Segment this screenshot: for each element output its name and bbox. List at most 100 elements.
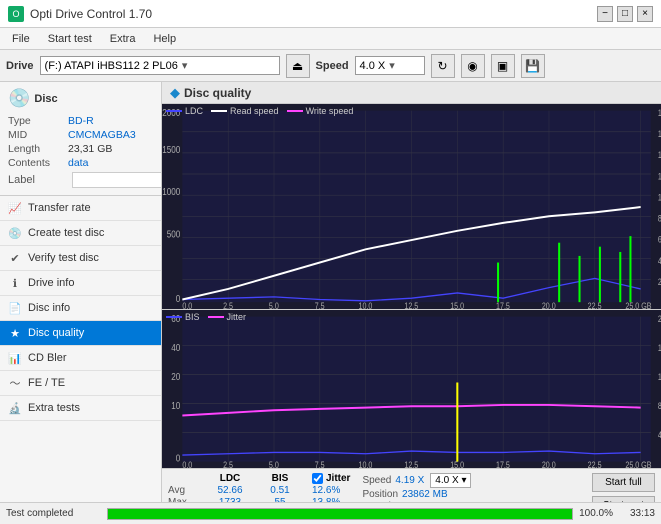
type-value: BD-R: [68, 115, 94, 127]
content-panel: ◆ Disc quality LDC Read speed: [162, 82, 661, 524]
speed-select[interactable]: 4.0 X ▾: [355, 56, 425, 75]
speed-label-stat: Speed: [362, 475, 391, 486]
sidebar-item-label: FE / TE: [28, 377, 65, 389]
disc-info-icon: 📄: [8, 301, 22, 315]
label-input[interactable]: [72, 172, 162, 188]
drive-label: Drive: [6, 60, 34, 72]
svg-text:20: 20: [171, 370, 180, 382]
menu-file[interactable]: File: [4, 31, 38, 47]
avg-jitter: 12.6%: [312, 485, 350, 496]
svg-text:1500: 1500: [162, 143, 180, 155]
maximize-button[interactable]: □: [617, 6, 633, 22]
position-value: 23862 MB: [402, 489, 448, 500]
app-title: Opti Drive Control 1.70: [30, 7, 152, 21]
sidebar-item-create-test-disc[interactable]: 💿 Create test disc: [0, 221, 161, 246]
svg-text:10.0: 10.0: [359, 460, 373, 468]
writespeed-legend-label: Write speed: [306, 106, 354, 116]
sidebar-item-verify-test-disc[interactable]: ✔ Verify test disc: [0, 246, 161, 271]
sidebar-item-label: Extra tests: [28, 402, 80, 414]
fe-te-icon: 〜: [8, 376, 22, 390]
chart-bottom-legend: BIS Jitter: [166, 312, 246, 322]
menu-bar: File Start test Extra Help: [0, 28, 661, 50]
progress-percent: 100.0%: [579, 508, 613, 519]
svg-text:2.5: 2.5: [223, 460, 233, 468]
jitter-checkbox[interactable]: [312, 473, 323, 484]
menu-help[interactable]: Help: [145, 31, 184, 47]
bis-header: BIS: [260, 473, 300, 484]
start-full-button[interactable]: Start full: [592, 473, 655, 492]
label-label: Label: [8, 174, 68, 186]
length-value: 23,31 GB: [68, 143, 112, 155]
svg-text:22.5: 22.5: [588, 460, 602, 468]
svg-text:15.0: 15.0: [450, 301, 464, 309]
contents-value: data: [68, 157, 88, 169]
chart-top-svg: 2000 1500 1000 500 0 18X 16X 14X 12X 10X…: [162, 104, 661, 309]
elapsed-time: 33:13: [619, 508, 655, 519]
sidebar-item-cd-bler[interactable]: 📊 CD Bler: [0, 346, 161, 371]
sidebar-item-drive-info[interactable]: ℹ Drive info: [0, 271, 161, 296]
svg-text:15.0: 15.0: [450, 460, 464, 468]
svg-text:5.0: 5.0: [269, 301, 279, 309]
progress-bar-container: [107, 508, 573, 520]
disc-quality-header: ◆ Disc quality: [162, 82, 661, 104]
svg-text:10.0: 10.0: [359, 301, 373, 309]
type-label: Type: [8, 115, 68, 127]
eject-button[interactable]: ⏏: [286, 54, 310, 78]
sidebar-item-disc-quality[interactable]: ★ Disc quality: [0, 321, 161, 346]
refresh-button[interactable]: ↻: [431, 54, 455, 78]
chart-bottom: BIS Jitter: [162, 310, 661, 468]
window-controls: − □ ×: [597, 6, 653, 22]
svg-text:500: 500: [167, 227, 181, 239]
mid-value: CMCMAGBA3: [68, 129, 136, 141]
sidebar-item-label: Create test disc: [28, 227, 104, 239]
svg-text:2.5: 2.5: [223, 301, 233, 309]
svg-text:0.0: 0.0: [182, 301, 192, 309]
title-bar: O Opti Drive Control 1.70 − □ ×: [0, 0, 661, 28]
avg-label: Avg: [168, 485, 200, 496]
charts-container: LDC Read speed Write speed: [162, 104, 661, 524]
speed-select-stat[interactable]: 4.0 X ▾: [430, 473, 471, 488]
sidebar-item-label: CD Bler: [28, 352, 67, 364]
scan-button[interactable]: ◉: [461, 54, 485, 78]
chart-top: LDC Read speed Write speed: [162, 104, 661, 310]
svg-text:10: 10: [171, 399, 180, 411]
sidebar-item-disc-info[interactable]: 📄 Disc info: [0, 296, 161, 321]
svg-text:20.0: 20.0: [542, 301, 556, 309]
menu-start-test[interactable]: Start test: [40, 31, 100, 47]
svg-text:25.0 GB: 25.0 GB: [625, 301, 652, 309]
blank-button[interactable]: ▣: [491, 54, 515, 78]
close-button[interactable]: ×: [637, 6, 653, 22]
svg-text:40: 40: [171, 341, 180, 353]
jitter-header: Jitter: [326, 473, 350, 484]
disc-header-icon: 💿: [8, 88, 30, 109]
svg-text:7.5: 7.5: [315, 301, 325, 309]
svg-text:5.0: 5.0: [269, 460, 279, 468]
disc-section: 💿 Disc Type BD-R MID CMCMAGBA3 Length 23…: [0, 82, 161, 196]
sidebar-item-label: Drive info: [28, 277, 74, 289]
speed-select-arrow-icon: ▾: [389, 59, 395, 72]
svg-text:25.0 GB: 25.0 GB: [625, 460, 652, 468]
disc-quality-header-icon: ◆: [170, 85, 180, 101]
bottom-status-bar: Test completed 100.0% 33:13: [0, 502, 661, 524]
svg-text:22.5: 22.5: [588, 301, 602, 309]
ldc-header: LDC: [204, 473, 256, 484]
progress-bar-fill: [108, 509, 572, 519]
svg-text:1000: 1000: [162, 185, 180, 197]
svg-text:17.5: 17.5: [496, 460, 510, 468]
drive-select-arrow-icon: ▾: [182, 59, 188, 72]
mid-label: MID: [8, 129, 68, 141]
minimize-button[interactable]: −: [597, 6, 613, 22]
sidebar-item-fe-te[interactable]: 〜 FE / TE: [0, 371, 161, 396]
menu-extra[interactable]: Extra: [102, 31, 144, 47]
contents-label: Contents: [8, 157, 68, 169]
svg-text:0: 0: [176, 292, 181, 304]
jitter-legend-color: [208, 316, 224, 318]
sidebar-item-extra-tests[interactable]: 🔬 Extra tests: [0, 396, 161, 421]
readspeed-legend-color: [211, 110, 227, 112]
chart-top-legend: LDC Read speed Write speed: [166, 106, 353, 116]
speed-label: Speed: [316, 60, 349, 72]
sidebar-item-label: Verify test disc: [28, 252, 99, 264]
save-button[interactable]: 💾: [521, 54, 545, 78]
sidebar-item-transfer-rate[interactable]: 📈 Transfer rate: [0, 196, 161, 221]
drive-select[interactable]: (F:) ATAPI iHBS112 2 PL06 ▾: [40, 56, 280, 75]
